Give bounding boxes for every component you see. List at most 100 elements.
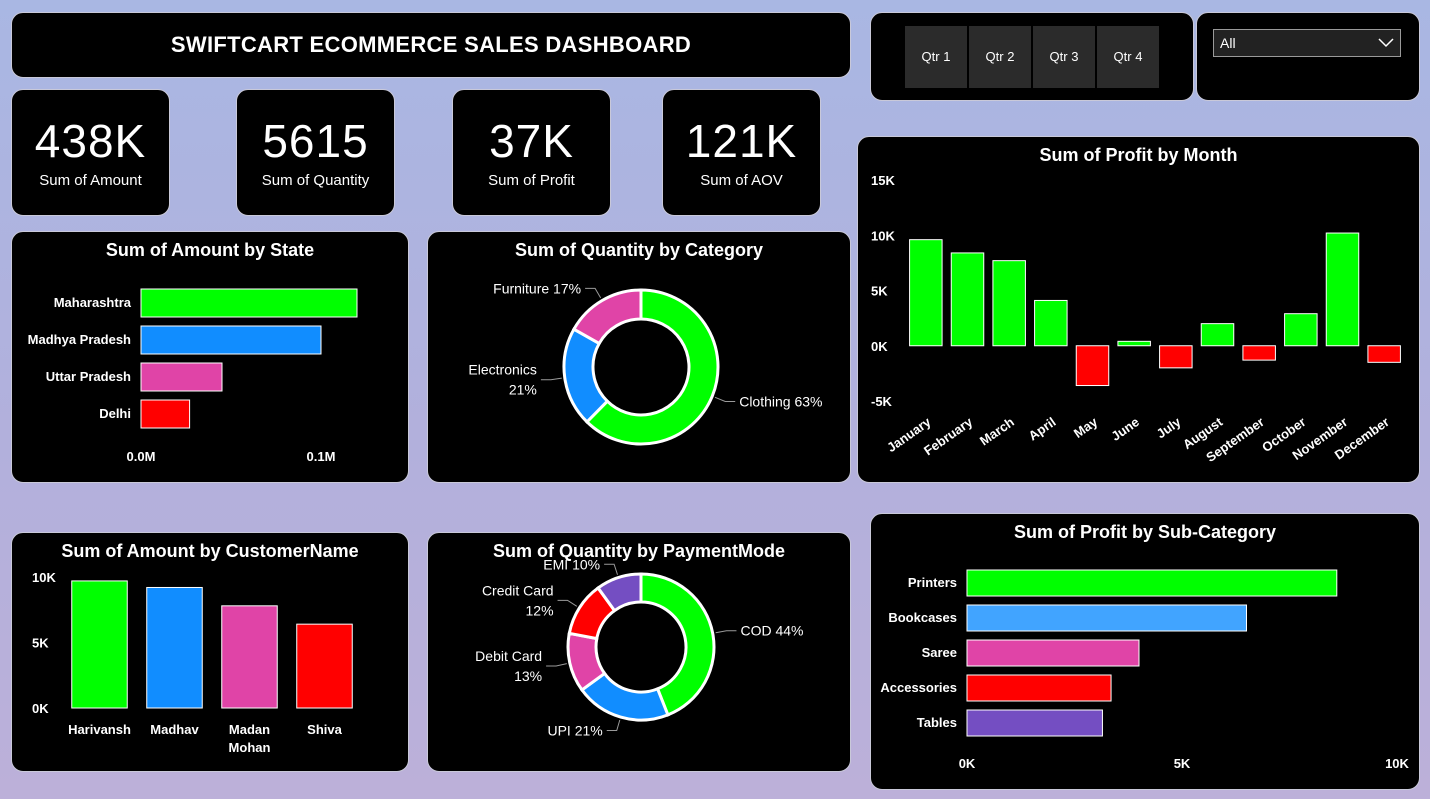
data-label-debit-card: Debit Card <box>475 648 542 664</box>
data-label-cod: COD 44% <box>740 623 803 639</box>
bar-june <box>1117 340 1151 347</box>
y-tick-label: -5K <box>871 394 893 409</box>
category-label-uttar-pradesh: Uttar Pradesh <box>46 369 131 384</box>
leader-line <box>546 663 567 667</box>
bar-delhi <box>140 399 191 429</box>
data-label-upi: UPI 21% <box>547 723 602 739</box>
x-tick-label-march: March <box>977 414 1017 448</box>
y-tick-label: 5K <box>32 636 49 651</box>
bar-august <box>1200 323 1235 347</box>
dashboard-title-card: SWIFTCART ECOMMERCE SALES DASHBOARD <box>11 12 851 78</box>
y-tick-label: 0K <box>32 701 49 716</box>
data-label-credit-card: 12% <box>526 602 554 618</box>
bar-january <box>909 239 943 347</box>
kpi-label: Sum of Quantity <box>261 172 370 189</box>
kpi-profit-card: 37K Sum of Profit <box>452 89 611 216</box>
kpi-amount-card: 438K Sum of Amount <box>11 89 170 216</box>
slice-furniture <box>571 288 643 346</box>
profit-by-month-chart: 15K10K5K0K-5KJanuaryFebruary March April Ma… <box>871 173 1401 465</box>
dropdown-value: All <box>1220 35 1236 51</box>
bar-accessories <box>966 674 1112 702</box>
leader-line <box>585 287 602 299</box>
leader-line <box>714 396 736 402</box>
category-label-tables: Tables <box>917 715 957 730</box>
amount-by-customer-chart: 10K 5K 0K Harivansh Madhav Madan Mohan Shiva <box>32 570 353 755</box>
x-tick-label-june: June <box>1108 414 1141 444</box>
x-tick-label-madan-mohan: Mohan <box>229 740 271 755</box>
amount-by-customer-card: Sum of Amount by CustomerName 10K 5K 0K Har… <box>11 532 409 772</box>
kpi-value: 438K <box>34 115 147 167</box>
bar-harivansh <box>71 580 128 709</box>
kpi-label: Sum of Profit <box>488 172 575 189</box>
kpi-quantity-card: 5615 Sum of Quantity <box>236 89 395 216</box>
bar-printers <box>966 569 1338 597</box>
kpi-aov-card: 121K Sum of AOV <box>662 89 821 216</box>
x-tick-label-may: May <box>1071 414 1101 441</box>
amount-by-state-chart: Maharashtra Madhya Pradesh Uttar Pradesh De… <box>28 288 358 464</box>
bar-bookcases <box>966 604 1247 632</box>
category-label-madhya-pradesh: Madhya Pradesh <box>28 332 131 347</box>
profit-by-month-card: Sum of Profit by Month 15K 10K 5K 0K -5K Janu… <box>857 136 1420 483</box>
bar-saree <box>966 639 1140 667</box>
y-tick-label: 5K <box>871 284 888 299</box>
x-tick-label: 10K <box>1385 756 1409 771</box>
data-label-electronics: Electronics <box>468 362 536 378</box>
bar-uttar-pradesh <box>140 362 223 392</box>
category-label-maharashtra: Maharashtra <box>54 295 132 310</box>
x-tick-label-harivansh: Harivansh <box>68 722 131 737</box>
qtr3-button[interactable]: Qtr 3 <box>1033 25 1095 88</box>
bar-madhav <box>146 586 203 709</box>
bar-december <box>1367 345 1401 363</box>
x-tick-label: 5K <box>1174 756 1191 771</box>
bar-shiva <box>296 623 353 709</box>
data-label-debit-card: 13% <box>514 668 542 684</box>
bar-july <box>1159 345 1193 369</box>
kpi-value: 37K <box>489 115 574 167</box>
chevron-down-icon <box>1378 38 1394 48</box>
bar-september <box>1242 345 1276 361</box>
kpi-value: 121K <box>685 115 798 167</box>
y-tick-label: 15K <box>871 173 895 188</box>
quarter-slicer: Qtr 1 Qtr 2 Qtr 3 Qtr 4 <box>870 12 1194 101</box>
data-label-furniture: Furniture 17% <box>493 280 581 296</box>
data-label-electronics: 21% <box>509 382 537 398</box>
x-tick-label: 0K <box>959 756 976 771</box>
leader-line <box>557 599 578 607</box>
x-tick-label-july: July <box>1154 414 1185 442</box>
bar-madhya-pradesh <box>140 325 322 355</box>
bar-may <box>1075 345 1110 387</box>
x-tick-label-april: April <box>1026 414 1059 443</box>
qtr2-button[interactable]: Qtr 2 <box>969 25 1031 88</box>
x-tick-label: 0.1M <box>307 449 336 464</box>
bar-madan-mohan <box>221 605 278 709</box>
dropdown-slicer-card: All <box>1196 12 1420 101</box>
x-tick-label-madhav: Madhav <box>150 722 199 737</box>
quantity-by-category-chart: Clothing 63% Electronics 21% Furniture 17% <box>468 280 822 446</box>
data-label-clothing: Clothing 63% <box>739 393 822 409</box>
y-tick-label: 0K <box>871 339 888 354</box>
x-tick-label-shiva: Shiva <box>307 722 342 737</box>
data-label-emi: EMI 10% <box>543 556 600 572</box>
filter-dropdown[interactable]: All <box>1213 29 1401 57</box>
category-label-printers: Printers <box>908 575 957 590</box>
y-tick-label: 10K <box>871 228 895 243</box>
amount-by-state-card: Sum of Amount by State Maharashtra Madhya… <box>11 231 409 483</box>
leader-line <box>540 377 562 381</box>
bar-november <box>1325 232 1360 347</box>
bar-tables <box>966 709 1103 737</box>
kpi-label: Sum of AOV <box>700 172 783 189</box>
x-tick-label-madan-mohan: Madan <box>229 722 270 737</box>
kpi-label: Sum of Amount <box>39 172 142 189</box>
quantity-by-payment-chart: COD 44% UPI 21% Debit Card 13% Credit Card 12… <box>475 556 803 739</box>
category-label-bookcases: Bookcases <box>888 610 957 625</box>
bar-march <box>992 260 1026 347</box>
qtr1-button[interactable]: Qtr 1 <box>905 25 967 88</box>
y-tick-label: 10K <box>32 570 56 585</box>
bar-october <box>1284 313 1318 347</box>
bar-february <box>950 252 985 347</box>
profit-by-subcategory-card: Sum of Profit by Sub-Category Printers Bo… <box>870 513 1420 790</box>
leader-line <box>604 563 618 575</box>
qtr4-button[interactable]: Qtr 4 <box>1097 25 1159 88</box>
bar-april <box>1034 299 1068 347</box>
x-tick-label: 0.0M <box>127 449 156 464</box>
